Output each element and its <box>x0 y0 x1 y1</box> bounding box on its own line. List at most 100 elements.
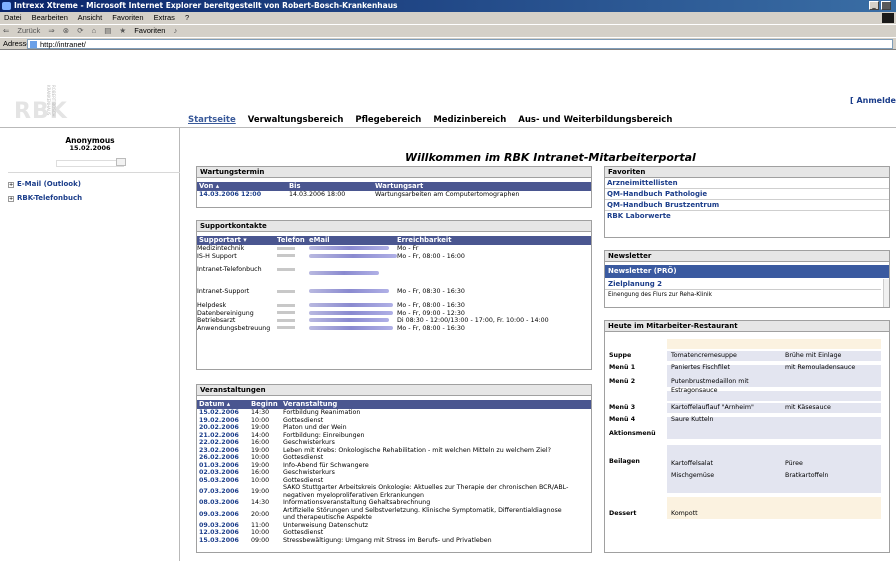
forward-arrow-icon[interactable]: ⇒ <box>48 26 54 35</box>
nav-pflegebereich[interactable]: Pflegebereich <box>355 115 421 125</box>
col-beginn[interactable]: Beginn <box>251 400 278 409</box>
menu-ansicht[interactable]: Ansicht <box>78 13 103 22</box>
left-item-telefonbuch[interactable]: + RBK-Telefonbuch <box>8 194 82 202</box>
table-row: 15.02.2006 14:30 Fortbildung Reanimation <box>197 409 591 417</box>
col-wartungsart[interactable]: Wartungsart <box>375 182 423 191</box>
left-search-input[interactable] <box>56 160 124 167</box>
col-veranstaltung[interactable]: Veranstaltung <box>283 400 337 409</box>
col-erreichbarkeit[interactable]: Erreichbarkeit <box>397 236 452 245</box>
newsletter-item[interactable]: Einengung des Flurs zur Reha-Klinik <box>605 290 881 300</box>
print-icon[interactable]: ▤ <box>104 26 111 35</box>
event-date[interactable]: 05.03.2006 <box>199 477 239 485</box>
expand-icon[interactable]: + <box>8 182 14 188</box>
event-date[interactable]: 09.03.2006 <box>199 522 239 530</box>
restaurant-title: Heute im Mitarbeiter-Restaurant <box>605 321 889 332</box>
event-time: 10:00 <box>251 416 270 424</box>
search-icon[interactable] <box>116 158 126 166</box>
event-date[interactable]: 15.03.2006 <box>199 537 239 545</box>
address-input[interactable]: http://intranet/ <box>27 39 893 49</box>
table-row: 26.02.2006 10:00 Gottesdienst <box>197 454 591 462</box>
refresh-icon[interactable]: ⟳ <box>77 26 83 35</box>
minimize-button[interactable]: _ <box>869 1 879 10</box>
col-datum[interactable]: Datum ▴ <box>199 400 230 409</box>
col-supportart[interactable]: Supportart ▾ <box>199 236 247 245</box>
event-title: Gottesdienst <box>283 529 324 536</box>
menu-dish: Putenbrustmedaillon mit <box>671 378 749 385</box>
event-date[interactable]: 22.02.2006 <box>199 439 239 447</box>
table-row: Datenbereinigung Mo - Fr, 09:00 - 12:30 <box>197 310 591 318</box>
event-date[interactable]: 02.03.2006 <box>199 469 239 477</box>
table-row: 19.02.2006 10:00 Gottesdienst <box>197 417 591 425</box>
wartung-von[interactable]: 14.03.2006 12:00 <box>199 191 261 199</box>
col-von[interactable]: Von ▴ <box>199 182 219 191</box>
fav-qm-pathologie[interactable]: QM-Handbuch Pathologie <box>605 189 889 200</box>
menu-dish: Kompott <box>671 510 698 517</box>
fav-qm-brustzentrum[interactable]: QM-Handbuch Brustzentrum <box>605 200 889 211</box>
event-time: 11:00 <box>251 521 270 529</box>
table-row: 09.03.2006 11:00 Unterweisung Datenschutz <box>197 522 591 530</box>
event-title: Gottesdienst <box>283 454 324 461</box>
nav-weiterbildung[interactable]: Aus- und Weiterbildungsbereich <box>518 115 672 125</box>
event-time: 09:00 <box>251 536 270 544</box>
menu-bar: Datei Bearbeiten Ansicht Favoriten Extra… <box>0 12 896 24</box>
event-date[interactable]: 07.03.2006 <box>199 488 239 496</box>
back-button[interactable]: Zurück <box>17 26 40 35</box>
redacted-email <box>309 310 393 315</box>
nav-verwaltungsbereich[interactable]: Verwaltungsbereich <box>248 115 344 125</box>
table-row: Intranet-Support Mo - Fr, 08:30 - 16:30 <box>197 282 591 298</box>
newsletter-title: Newsletter <box>605 251 889 262</box>
event-date[interactable]: 26.02.2006 <box>199 454 239 462</box>
col-telefon[interactable]: Telefon <box>277 236 305 245</box>
menu-extras[interactable]: Extras <box>154 13 175 22</box>
media-icon[interactable]: ♪ <box>174 26 178 35</box>
menu-favoriten[interactable]: Favoriten <box>112 13 143 22</box>
event-date[interactable]: 09.03.2006 <box>199 511 239 519</box>
event-time: 14:30 <box>251 499 270 506</box>
newsletter-selected[interactable]: Newsletter (PRÖ) <box>605 265 889 278</box>
menu-bearbeiten[interactable]: Bearbeiten <box>32 13 68 22</box>
event-time: 16:00 <box>251 439 270 446</box>
fav-laborwerte[interactable]: RBK Laborwerte <box>605 211 889 222</box>
event-date[interactable]: 01.03.2006 <box>199 462 239 470</box>
fav-arzneimittellisten[interactable]: Arzneimittellisten <box>605 178 889 189</box>
login-link[interactable]: [ Anmelden <box>850 96 896 105</box>
menu-cell-bg <box>667 339 881 349</box>
event-title: Informationsveranstaltung Gehaltsabrechn… <box>283 499 431 506</box>
support-type: Betriebsarzt <box>197 317 236 324</box>
event-date[interactable]: 19.02.2006 <box>199 417 239 425</box>
wartung-panel: Wartungstermin Von ▴ Bis Wartungsart 14.… <box>196 166 592 208</box>
support-hours: Mo - Fr, 08:00 - 16:30 <box>397 324 465 332</box>
nav-medizinbereich[interactable]: Medizinbereich <box>433 115 506 125</box>
redacted-phone <box>277 303 295 307</box>
table-row: Helpdesk Mo - Fr, 08:00 - 16:30 <box>197 302 591 310</box>
menu-help[interactable]: ? <box>185 13 189 22</box>
redacted-phone <box>277 246 295 250</box>
stop-icon[interactable]: ⊗ <box>63 26 69 35</box>
event-date[interactable]: 21.02.2006 <box>199 432 239 440</box>
table-row: Anwendungsbetreuung Mo - Fr, 08:00 - 16:3… <box>197 325 591 333</box>
event-date[interactable]: 20.02.2006 <box>199 424 239 432</box>
menu-datei[interactable]: Datei <box>4 13 22 22</box>
col-supportart-label: Supportart <box>199 236 241 244</box>
event-title: Platon und der Wein <box>283 424 347 431</box>
event-date[interactable]: 15.02.2006 <box>199 409 239 417</box>
event-date[interactable]: 08.03.2006 <box>199 499 239 507</box>
favorites-button[interactable]: Favoriten <box>134 26 165 35</box>
col-email[interactable]: eMail <box>309 236 330 245</box>
event-time: 19:00 <box>251 446 270 454</box>
table-row: 05.03.2006 10:00 Gottesdienst <box>197 477 591 485</box>
maximize-button[interactable] <box>881 1 891 10</box>
home-icon[interactable]: ⌂ <box>92 26 97 35</box>
newsletter-scrollbar[interactable] <box>883 279 889 307</box>
col-bis[interactable]: Bis <box>289 182 301 191</box>
left-item-email[interactable]: + E-Mail (Outlook) <box>8 180 81 188</box>
event-title-cont: negativen myeloproliferativen Erkrankung… <box>283 491 424 499</box>
newsletter-item[interactable]: Zielplanung 2 <box>605 278 881 290</box>
favorites-icon[interactable]: ★ <box>119 26 126 35</box>
back-arrow-icon[interactable]: ⇐ <box>3 26 9 35</box>
event-date[interactable]: 12.03.2006 <box>199 529 239 537</box>
expand-icon[interactable]: + <box>8 196 14 202</box>
nav-startseite[interactable]: Startseite <box>188 115 236 125</box>
menu-label: Menü 1 <box>609 364 636 371</box>
event-date[interactable]: 23.02.2006 <box>199 447 239 455</box>
